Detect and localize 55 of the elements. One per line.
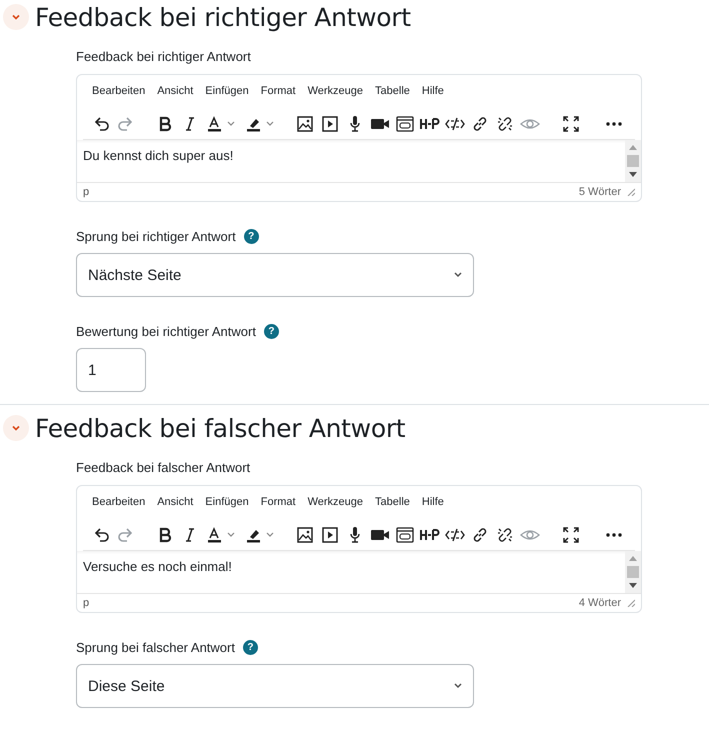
window-icon[interactable] xyxy=(395,525,415,545)
menu-item[interactable]: Ansicht xyxy=(157,85,194,101)
menu-item[interactable]: Format xyxy=(260,85,296,101)
scroll-down-icon[interactable] xyxy=(629,172,637,178)
menu-item[interactable]: Bearbeiten xyxy=(92,496,146,512)
menu-item[interactable]: Einfügen xyxy=(205,85,249,101)
menu-item[interactable]: Tabelle xyxy=(375,496,410,512)
chevron-icon xyxy=(11,12,21,22)
editor-text-area[interactable]: Du kennst dich super aus! xyxy=(77,140,625,182)
editor-text: Du kennst dich super aus! xyxy=(83,148,234,163)
collapse-toggle[interactable] xyxy=(3,4,29,30)
element-path[interactable]: p xyxy=(83,186,90,198)
menu-item[interactable]: Format xyxy=(260,496,296,512)
image-icon[interactable] xyxy=(295,525,315,545)
resize-handle-icon[interactable] xyxy=(627,188,635,196)
menu-item[interactable]: Werkzeuge xyxy=(308,496,364,512)
jump-select[interactable]: Diese Seite xyxy=(76,664,474,708)
menu-item[interactable]: Einfügen xyxy=(205,496,249,512)
field-label: Feedback bei falscher Antwort xyxy=(76,460,252,475)
play-icon[interactable] xyxy=(320,114,340,134)
scroll-down-icon[interactable] xyxy=(629,583,637,589)
menu-item[interactable]: Tabelle xyxy=(375,85,410,101)
field-label: Sprung bei richtiger Antwort xyxy=(76,229,236,244)
menu-item[interactable]: Ansicht xyxy=(157,496,194,512)
image-icon[interactable] xyxy=(295,114,315,134)
section-heading: Feedback bei richtiger Antwort xyxy=(35,2,411,32)
caret-icon xyxy=(453,271,463,279)
jump-select[interactable]: Nächste Seite xyxy=(76,253,474,297)
window-icon[interactable] xyxy=(395,114,415,134)
help-icon[interactable]: ? xyxy=(244,229,259,244)
scrollbar[interactable] xyxy=(625,551,641,593)
help-icon[interactable]: ? xyxy=(264,324,279,339)
field-label: Sprung bei falscher Antwort xyxy=(76,640,235,655)
menu-item[interactable]: Hilfe xyxy=(422,85,444,101)
fullscreen-icon[interactable] xyxy=(561,525,581,545)
chevron-icon xyxy=(11,423,21,433)
collapse-toggle[interactable] xyxy=(3,415,29,441)
resize-handle-icon[interactable] xyxy=(627,599,635,607)
help-icon[interactable]: ? xyxy=(242,640,258,655)
editor-text: Versuche es noch einmal! xyxy=(83,559,232,574)
play-icon[interactable] xyxy=(320,525,340,545)
word-count: 5 Wörter xyxy=(578,186,621,198)
menu-item[interactable]: Werkzeuge xyxy=(308,85,364,101)
scrollbar[interactable] xyxy=(625,140,641,182)
field-label: Bewertung bei richtiger Antwort xyxy=(76,324,256,339)
word-count: 4 Wörter xyxy=(578,597,621,609)
menu-item[interactable]: Bearbeiten xyxy=(92,85,146,101)
menu-item[interactable]: Hilfe xyxy=(422,496,444,512)
section-heading: Feedback bei falscher Antwort xyxy=(35,414,406,442)
field-label: Feedback bei richtiger Antwort xyxy=(76,49,252,64)
element-path[interactable]: p xyxy=(83,597,90,609)
caret-icon xyxy=(453,682,463,690)
editor-text-area[interactable]: Versuche es noch einmal! xyxy=(77,551,625,593)
grade-input[interactable]: 1 xyxy=(76,348,146,392)
fullscreen-icon[interactable] xyxy=(561,114,581,134)
